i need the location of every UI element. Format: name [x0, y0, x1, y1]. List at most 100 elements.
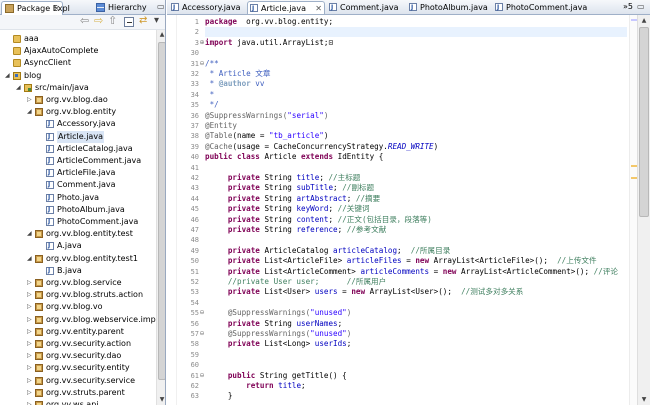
tree-item[interactable]: PhotoComment.java [0, 216, 156, 228]
code-line[interactable]: private String keyWord; //关键词 [205, 204, 370, 214]
collapsed-arrow-icon[interactable]: ▷ [27, 314, 33, 326]
code-line[interactable]: private List<ArticleComment> articleComm… [205, 267, 618, 277]
code-line[interactable]: public class Article extends IdEntity { [205, 152, 383, 162]
collapsed-arrow-icon[interactable]: ▷ [27, 375, 33, 387]
collapsed-arrow-icon[interactable]: ▷ [27, 338, 33, 350]
collapsed-arrow-icon[interactable]: ▷ [27, 399, 33, 405]
collapsed-arrow-icon[interactable]: ▷ [27, 277, 33, 289]
tree-item[interactable]: ◢ org.vv.blog.entity [0, 106, 156, 118]
code-line[interactable]: @SuppressWarnings("serial") [205, 111, 328, 121]
code-line[interactable]: private ArticleCatalog articleCatalog; /… [205, 246, 450, 256]
link-with-editor-icon[interactable] [139, 15, 149, 27]
code-line[interactable] [205, 27, 627, 38]
expanded-arrow-icon[interactable]: ◢ [16, 82, 22, 94]
tree-item[interactable]: ArticleCatalog.java [0, 143, 156, 155]
scroll-thumb[interactable] [158, 42, 165, 380]
collapsed-arrow-icon[interactable]: ▷ [27, 326, 33, 338]
tab-comment-java[interactable]: Comment.java [327, 1, 405, 14]
tree-item[interactable]: ArticleComment.java [0, 155, 156, 167]
code-line[interactable]: private List<Long> userIds; [205, 339, 351, 349]
tab-package-explorer[interactable]: Package Expl ✕ [1, 1, 70, 15]
tree-item[interactable]: ◢ org.vv.blog.entity.test1 [0, 253, 156, 265]
expanded-arrow-icon[interactable]: ◢ [27, 253, 33, 265]
tree-item[interactable]: ▷ org.vv.entity.parent [0, 326, 156, 338]
code-line[interactable]: * @author vv [205, 79, 265, 89]
tree-item[interactable]: Article.java [0, 130, 156, 143]
back-icon[interactable] [80, 14, 90, 27]
tree-item[interactable]: ▷ org.vv.security.action [0, 338, 156, 350]
tree-item[interactable]: ▷ org.vv.blog.vo [0, 301, 156, 313]
collapsed-arrow-icon[interactable]: ▷ [27, 387, 33, 399]
collapsed-arrow-icon[interactable]: ▷ [27, 94, 33, 106]
tree-scrollbar[interactable]: ▲ ▼ [156, 30, 165, 405]
tree-item[interactable]: AjaxAutoComplete [0, 45, 156, 57]
up-icon[interactable] [108, 14, 118, 27]
tree-item[interactable]: ▷ org.vv.blog.webservice.impl [0, 314, 156, 326]
tree-item[interactable]: ▷ org.vv.blog.struts.action [0, 289, 156, 301]
code-line[interactable]: public String getTitle() { [205, 371, 347, 381]
tree-item[interactable]: ArticleFile.java [0, 167, 156, 179]
collapsed-arrow-icon[interactable]: ▷ [27, 362, 33, 374]
forward-icon[interactable] [94, 14, 104, 27]
code-line[interactable]: @SuppressWarnings("unused") [205, 329, 351, 339]
close-icon[interactable]: ✕ [315, 2, 322, 14]
overview-ruler[interactable] [629, 15, 637, 405]
editor-scrollbar[interactable]: ▲ ▼ [637, 15, 650, 405]
code-line[interactable]: private String userNames; [205, 319, 342, 329]
scroll-up-icon[interactable]: ▲ [157, 30, 165, 40]
tree-item[interactable]: ▷ org.vv.security.service [0, 375, 156, 387]
tab-accessory-java[interactable]: Accessory.java [169, 1, 245, 14]
tree-item[interactable]: A.java [0, 240, 156, 252]
code-line[interactable]: */ [205, 100, 219, 110]
tree-item[interactable]: ▷ org.vv.struts.parent [0, 387, 156, 399]
collapsed-arrow-icon[interactable]: ▷ [27, 350, 33, 362]
tree-item[interactable]: ◢ src/main/java [0, 82, 156, 94]
code-line[interactable]: @Table(name = "tb_article") [205, 131, 328, 141]
code-line[interactable]: /** [205, 59, 219, 69]
code-line[interactable]: private List<User> users = new ArrayList… [205, 287, 524, 297]
tree-item[interactable]: PhotoAlbum.java [0, 204, 156, 216]
code-area[interactable]: package org.vv.blog.entity; import java.u… [205, 15, 627, 405]
code-line[interactable]: private String content; //正文(包括目录，段落等) [205, 215, 432, 225]
code-line[interactable]: } [205, 391, 233, 401]
tab-article-java[interactable]: Article.java ✕ [247, 1, 325, 14]
view-menu-icon[interactable] [153, 15, 163, 27]
code-line[interactable]: package org.vv.blog.entity; [205, 17, 333, 27]
scroll-up-icon[interactable]: ▲ [638, 15, 650, 26]
tree-item[interactable]: Accessory.java [0, 118, 156, 130]
tree-item[interactable]: aaa [0, 33, 156, 45]
code-line[interactable]: private String reference; //参考文献 [205, 225, 386, 235]
tree-item[interactable]: ▷ org.vv.security.entity [0, 362, 156, 374]
code-line[interactable]: * [205, 90, 215, 100]
tree-item[interactable]: B.java [0, 265, 156, 277]
code-line[interactable]: private List<ArticleFile> articleFiles =… [205, 256, 597, 266]
collapsed-arrow-icon[interactable]: ▷ [27, 289, 33, 301]
minimize-icon[interactable]: ▭ [157, 2, 165, 11]
tab-photocomment-java[interactable]: PhotoComment.java [493, 1, 589, 14]
tab-hierarchy[interactable]: Hierarchy [93, 1, 155, 15]
tree-item[interactable]: AsyncClient [0, 57, 156, 69]
more-tabs-button[interactable]: »5 [623, 2, 633, 11]
code-line[interactable]: @SuppressWarnings("unused") [205, 308, 351, 318]
tree-item[interactable]: ◢ blog [0, 70, 156, 82]
code-line[interactable]: return title; [205, 381, 305, 391]
expanded-arrow-icon[interactable]: ◢ [27, 228, 33, 240]
code-line[interactable]: private String artAbstract; //摘要 [205, 194, 380, 204]
scroll-thumb[interactable] [639, 27, 649, 217]
tree-item[interactable]: ▷ org.vv.blog.dao [0, 94, 156, 106]
tree-item[interactable]: ◢ org.vv.blog.entity.test [0, 228, 156, 240]
scroll-down-icon[interactable]: ▼ [638, 394, 650, 405]
code-line[interactable]: private String title; //主标题 [205, 173, 361, 183]
code-line[interactable]: * Article 文章 [205, 69, 271, 79]
maximize-icon[interactable]: ▭ [637, 2, 645, 11]
code-line[interactable]: //private User user; //所属用户 [205, 277, 386, 287]
expanded-arrow-icon[interactable]: ◢ [27, 106, 33, 118]
tab-photoalbum-java[interactable]: PhotoAlbum.java [407, 1, 491, 14]
code-line[interactable]: @Cache(usage = CacheConcurrencyStrategy.… [205, 142, 438, 152]
tree-item[interactable]: ▷ org.vv.blog.service [0, 277, 156, 289]
tree-item[interactable]: Photo.java [0, 192, 156, 204]
scroll-down-icon[interactable]: ▼ [157, 395, 165, 405]
tree-item[interactable]: Comment.java [0, 179, 156, 191]
tree-item[interactable]: ▷ org.vv.security.dao [0, 350, 156, 362]
collapse-all-icon[interactable] [124, 17, 134, 27]
